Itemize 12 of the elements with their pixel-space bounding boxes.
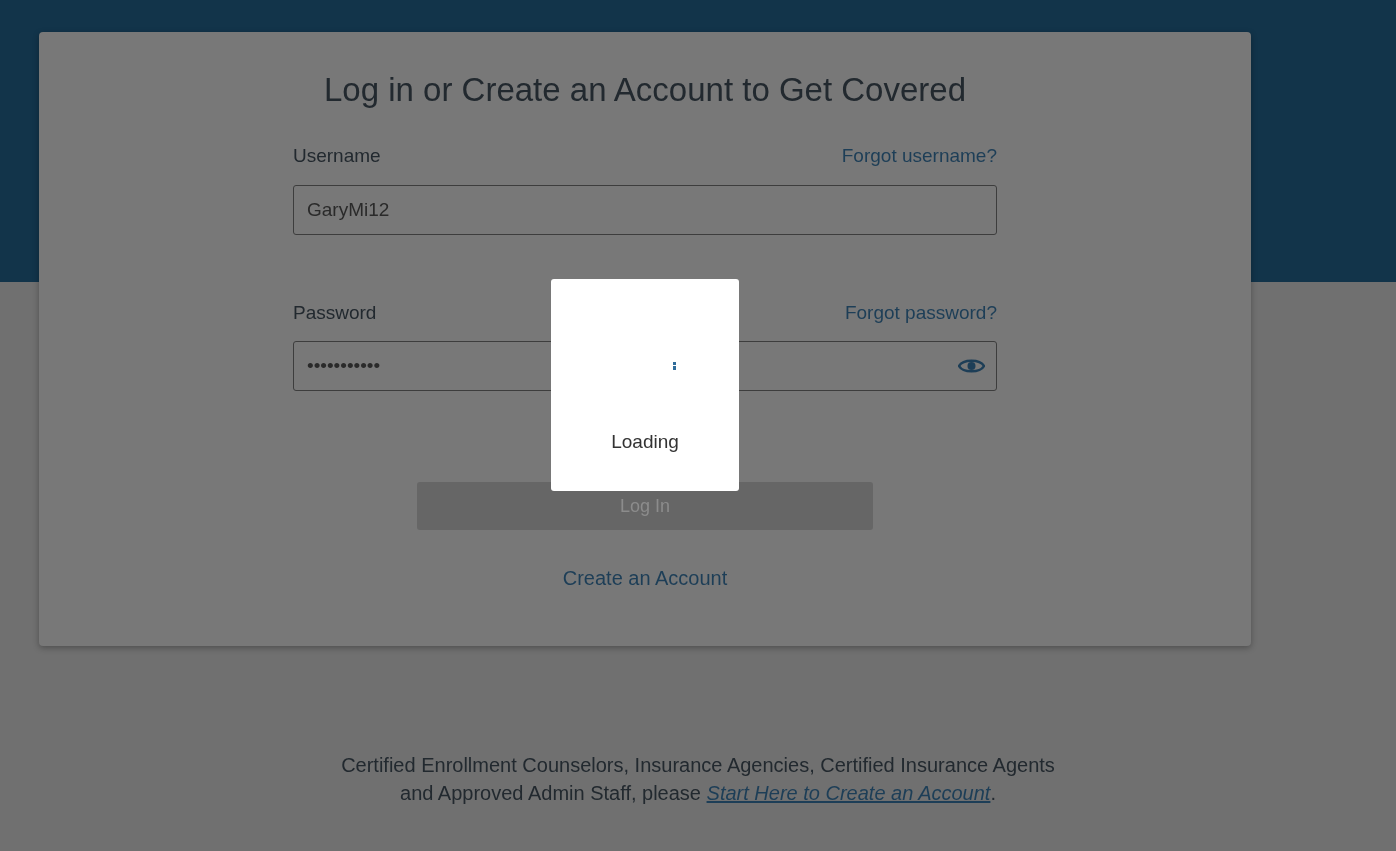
create-account-link[interactable]: Create an Account bbox=[562, 563, 728, 593]
loading-text: Loading bbox=[611, 430, 679, 454]
start-here-link[interactable]: Start Here to Create an Account bbox=[706, 782, 991, 804]
spinner-icon bbox=[671, 362, 677, 370]
footer-text: Certified Enrollment Counselors, Insurance Agencies, Certified Insurance Agents and Approved Admin Staff, please Start Here to Create an Account. bbox=[340, 753, 1056, 806]
page-title: Log in or Create an Account to Get Covered bbox=[322, 70, 968, 110]
forgot-link[interactable]: Forgot password? bbox=[844, 298, 997, 327]
eye-icon[interactable] bbox=[958, 357, 985, 375]
forgot-link[interactable]: Forgot username? bbox=[841, 142, 997, 171]
field-label: Password bbox=[293, 300, 377, 325]
input-field[interactable]: GaryMi12 bbox=[293, 184, 997, 235]
field-label: Username bbox=[293, 144, 381, 168]
